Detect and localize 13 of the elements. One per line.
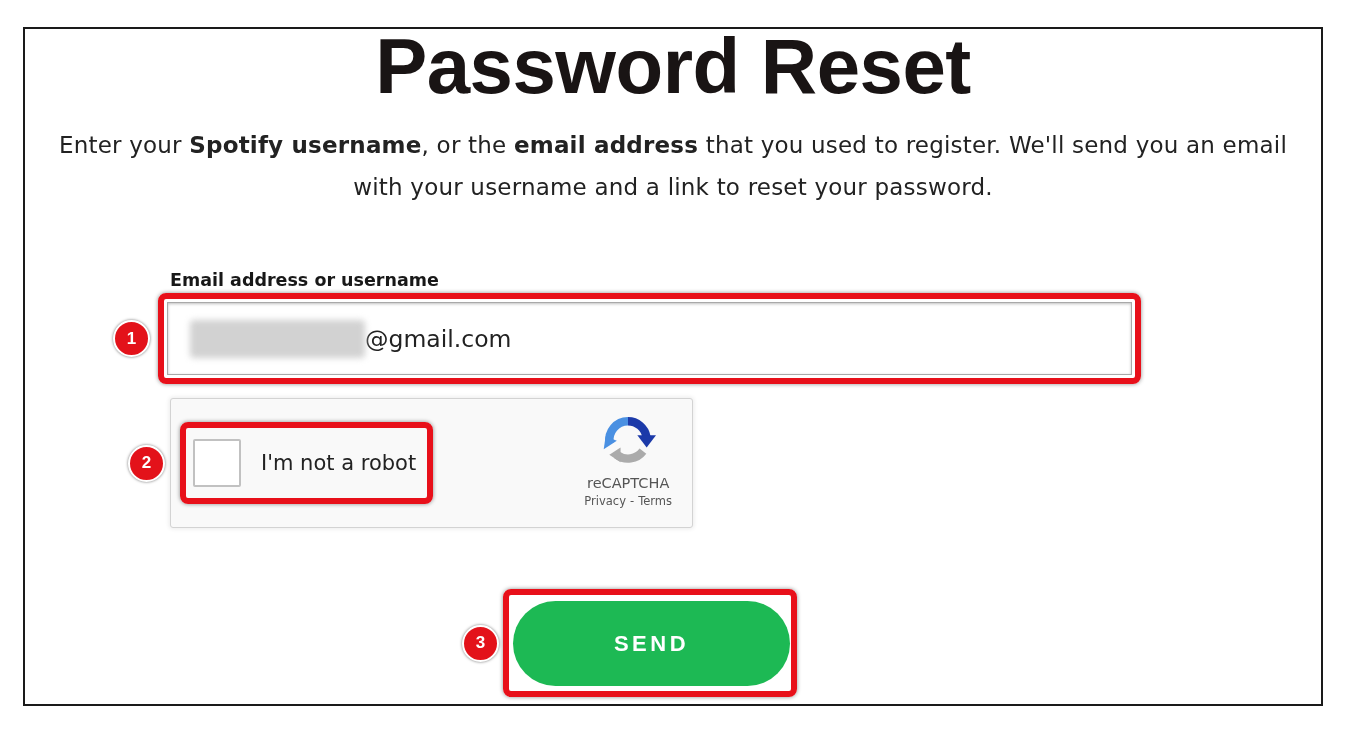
- step-marker: 1: [113, 320, 150, 357]
- field-label: Email address or username: [170, 270, 439, 290]
- checkbox-label: I'm not a robot: [261, 451, 417, 475]
- instructions-text: Enter your Spotify username, or the email address that you used to register. We'll send you an email with your username and a link to reset your password.: [58, 131, 1288, 202]
- privacy-link[interactable]: Privacy: [584, 493, 626, 508]
- terms-link[interactable]: Terms: [638, 493, 672, 508]
- email-field[interactable]: @gmail.com: [167, 302, 1132, 375]
- checkbox[interactable]: [193, 439, 241, 487]
- step-marker: 2: [128, 444, 165, 482]
- page-heading: Password Reset: [375, 29, 971, 103]
- link-separator: -: [629, 493, 635, 508]
- brand-name: reCAPTCHA: [587, 474, 670, 491]
- step-marker: 3: [462, 624, 499, 662]
